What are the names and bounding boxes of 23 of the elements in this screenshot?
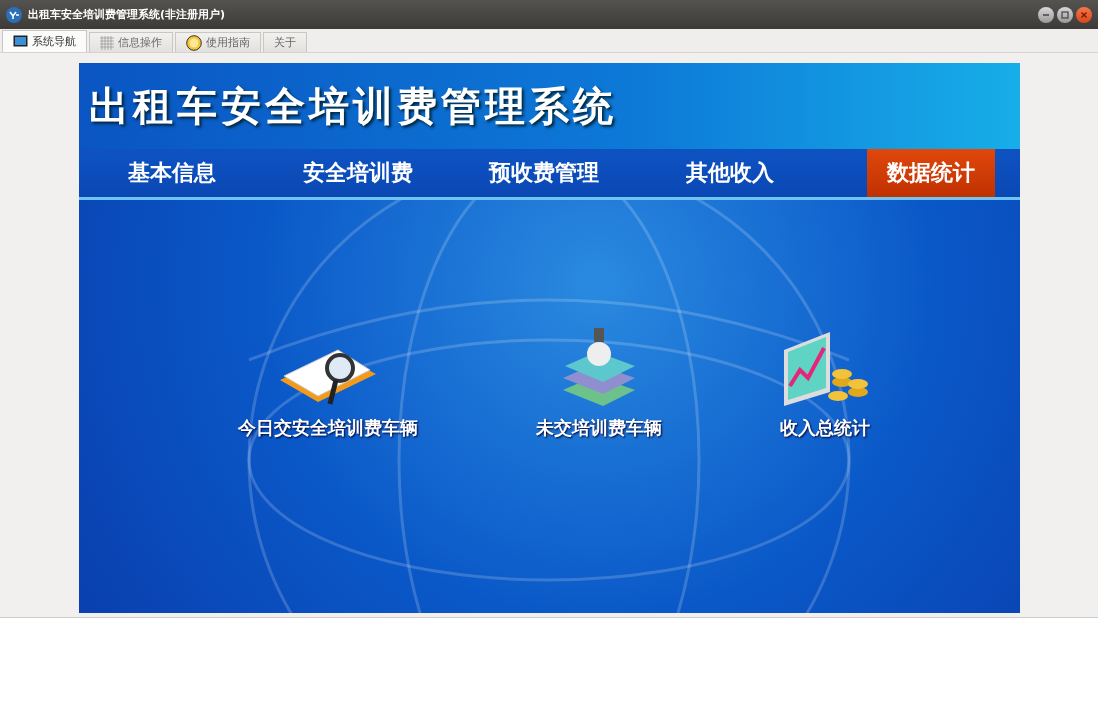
nav-item[interactable]: 基本信息 [78, 149, 265, 197]
tab[interactable]: 使用指南 [175, 32, 261, 52]
nav-item[interactable]: 数据统计 [866, 149, 995, 197]
minimize-button[interactable] [1038, 6, 1054, 23]
tab[interactable]: 系统导航 [2, 30, 87, 52]
close-button[interactable] [1076, 6, 1092, 23]
window-title: 出租车安全培训费管理系统(非注册用户) [28, 7, 226, 22]
nav-item[interactable]: 安全培训费 [264, 149, 451, 197]
shortcut-button[interactable]: 今日交安全培训费车辆 [237, 340, 418, 440]
monitor-icon [13, 35, 28, 48]
maximize-icon [1061, 10, 1069, 19]
nav-item[interactable]: 预收费管理 [450, 149, 637, 197]
close-icon [1080, 10, 1088, 19]
app-logo-icon [6, 6, 22, 23]
system-title: 出租车安全培训费管理系统 [88, 81, 617, 131]
maximize-button[interactable] [1057, 6, 1073, 23]
help-icon [186, 34, 202, 51]
grid-icon [100, 35, 114, 50]
shortcut-button[interactable]: 收入总统计 [780, 330, 871, 440]
tab[interactable]: 关于 [263, 32, 307, 52]
nav-item[interactable]: 其他收入 [636, 149, 823, 197]
tab[interactable]: 信息操作 [89, 32, 173, 52]
shortcut-button[interactable]: 未交培训费车辆 [536, 320, 662, 440]
